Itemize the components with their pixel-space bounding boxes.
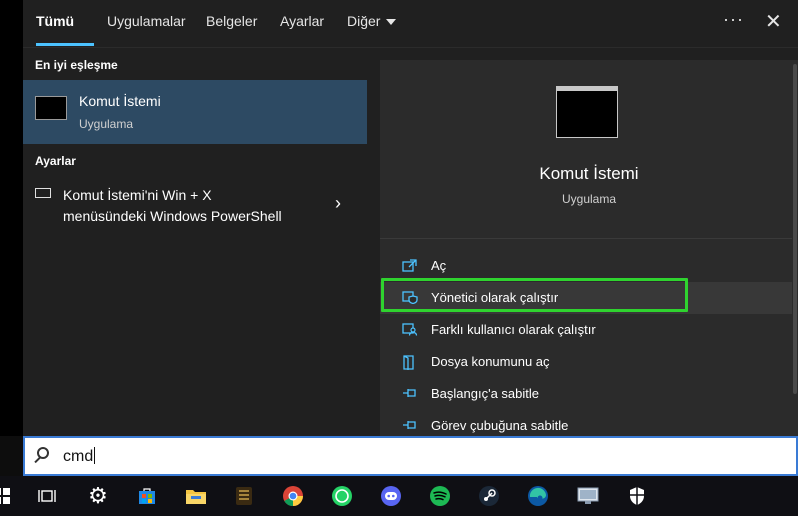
preview-title: Komut İstemi: [539, 164, 639, 183]
action-open-file-location[interactable]: Dosya konumunu aç: [380, 346, 798, 378]
best-match-result[interactable]: Komut İstemi Uygulama: [23, 80, 367, 144]
folder-icon: [402, 355, 416, 370]
action-label: Farklı kullanıcı olarak çalıştır: [431, 322, 596, 337]
preview-pane: Komut İstemi Uygulama Aç Yönetici olarak…: [380, 60, 798, 436]
chevron-right-icon[interactable]: ›: [335, 193, 341, 214]
scrollbar[interactable]: [792, 60, 798, 436]
start-icon[interactable]: [0, 484, 14, 508]
chrome-icon[interactable]: [281, 484, 305, 508]
edge-icon[interactable]: [526, 484, 550, 508]
highlight-annotation: [381, 278, 688, 312]
action-pin-to-start[interactable]: Başlangıç'a sabitle: [380, 378, 798, 410]
settings-icon[interactable]: ⚙: [86, 483, 110, 508]
app-icon[interactable]: [232, 484, 256, 508]
close-icon[interactable]: ✕: [765, 9, 782, 34]
tab-more[interactable]: Diğer: [347, 13, 397, 29]
whatsapp-icon[interactable]: [330, 484, 354, 508]
command-prompt-large-icon: [556, 86, 618, 138]
chevron-down-icon: [386, 19, 397, 26]
taskbar: ⚙: [0, 476, 798, 516]
search-box[interactable]: cmd: [23, 436, 798, 476]
tab-more-label: Diğer: [347, 13, 381, 29]
active-tab-indicator: [36, 43, 94, 46]
setting-result-label: Komut İstemi'ni Win + X menüsündeki Wind…: [63, 185, 282, 227]
open-icon: [402, 259, 417, 272]
action-label: Başlangıç'a sabitle: [431, 386, 539, 401]
search-input[interactable]: cmd: [63, 447, 96, 466]
pin-icon: [402, 419, 416, 431]
action-label: Görev çubuğuna sabitle: [431, 418, 569, 433]
action-label: Dosya konumunu aç: [431, 354, 550, 369]
action-label: Aç: [431, 258, 447, 273]
keyboard-icon: [35, 188, 51, 198]
store-icon[interactable]: [135, 484, 159, 508]
tab-settings[interactable]: Ayarlar: [280, 13, 324, 29]
tab-apps[interactable]: Uygulamalar: [107, 13, 186, 29]
user-icon: [402, 323, 418, 336]
tab-documents[interactable]: Belgeler: [206, 13, 257, 29]
setting-result[interactable]: Komut İstemi'ni Win + X menüsündeki Wind…: [23, 180, 367, 230]
pin-icon: [402, 387, 416, 399]
discord-icon[interactable]: [379, 484, 403, 508]
file-explorer-icon[interactable]: [184, 484, 208, 508]
spotify-icon[interactable]: [428, 484, 452, 508]
settings-header: Ayarlar: [35, 154, 76, 168]
search-value: cmd: [63, 448, 94, 465]
divider: [380, 238, 798, 239]
search-icon: [37, 447, 49, 459]
task-view-icon[interactable]: [35, 484, 59, 508]
best-match-header: En iyi eşleşme: [35, 58, 118, 72]
desktop-edge: [0, 0, 23, 436]
filter-tabs-bar: Tümü Uygulamalar Belgeler Ayarlar Diğer …: [23, 0, 798, 48]
steam-icon[interactable]: [477, 484, 501, 508]
monitor-app-icon[interactable]: [576, 484, 600, 508]
tab-all[interactable]: Tümü: [36, 13, 74, 29]
scrollbar-thumb[interactable]: [793, 64, 797, 394]
command-prompt-icon: [35, 96, 67, 120]
best-match-title: Komut İstemi: [79, 93, 161, 109]
action-run-as-different-user[interactable]: Farklı kullanıcı olarak çalıştır: [380, 314, 798, 346]
more-options-icon[interactable]: ···: [723, 9, 744, 30]
setting-line-2: menüsündeki Windows PowerShell: [63, 208, 282, 224]
text-cursor: [94, 447, 96, 464]
setting-line-1: Komut İstemi'ni Win + X: [63, 187, 212, 203]
preview-subtitle: Uygulama: [561, 192, 617, 206]
security-icon[interactable]: [625, 484, 649, 508]
best-match-subtitle: Uygulama: [79, 117, 134, 131]
